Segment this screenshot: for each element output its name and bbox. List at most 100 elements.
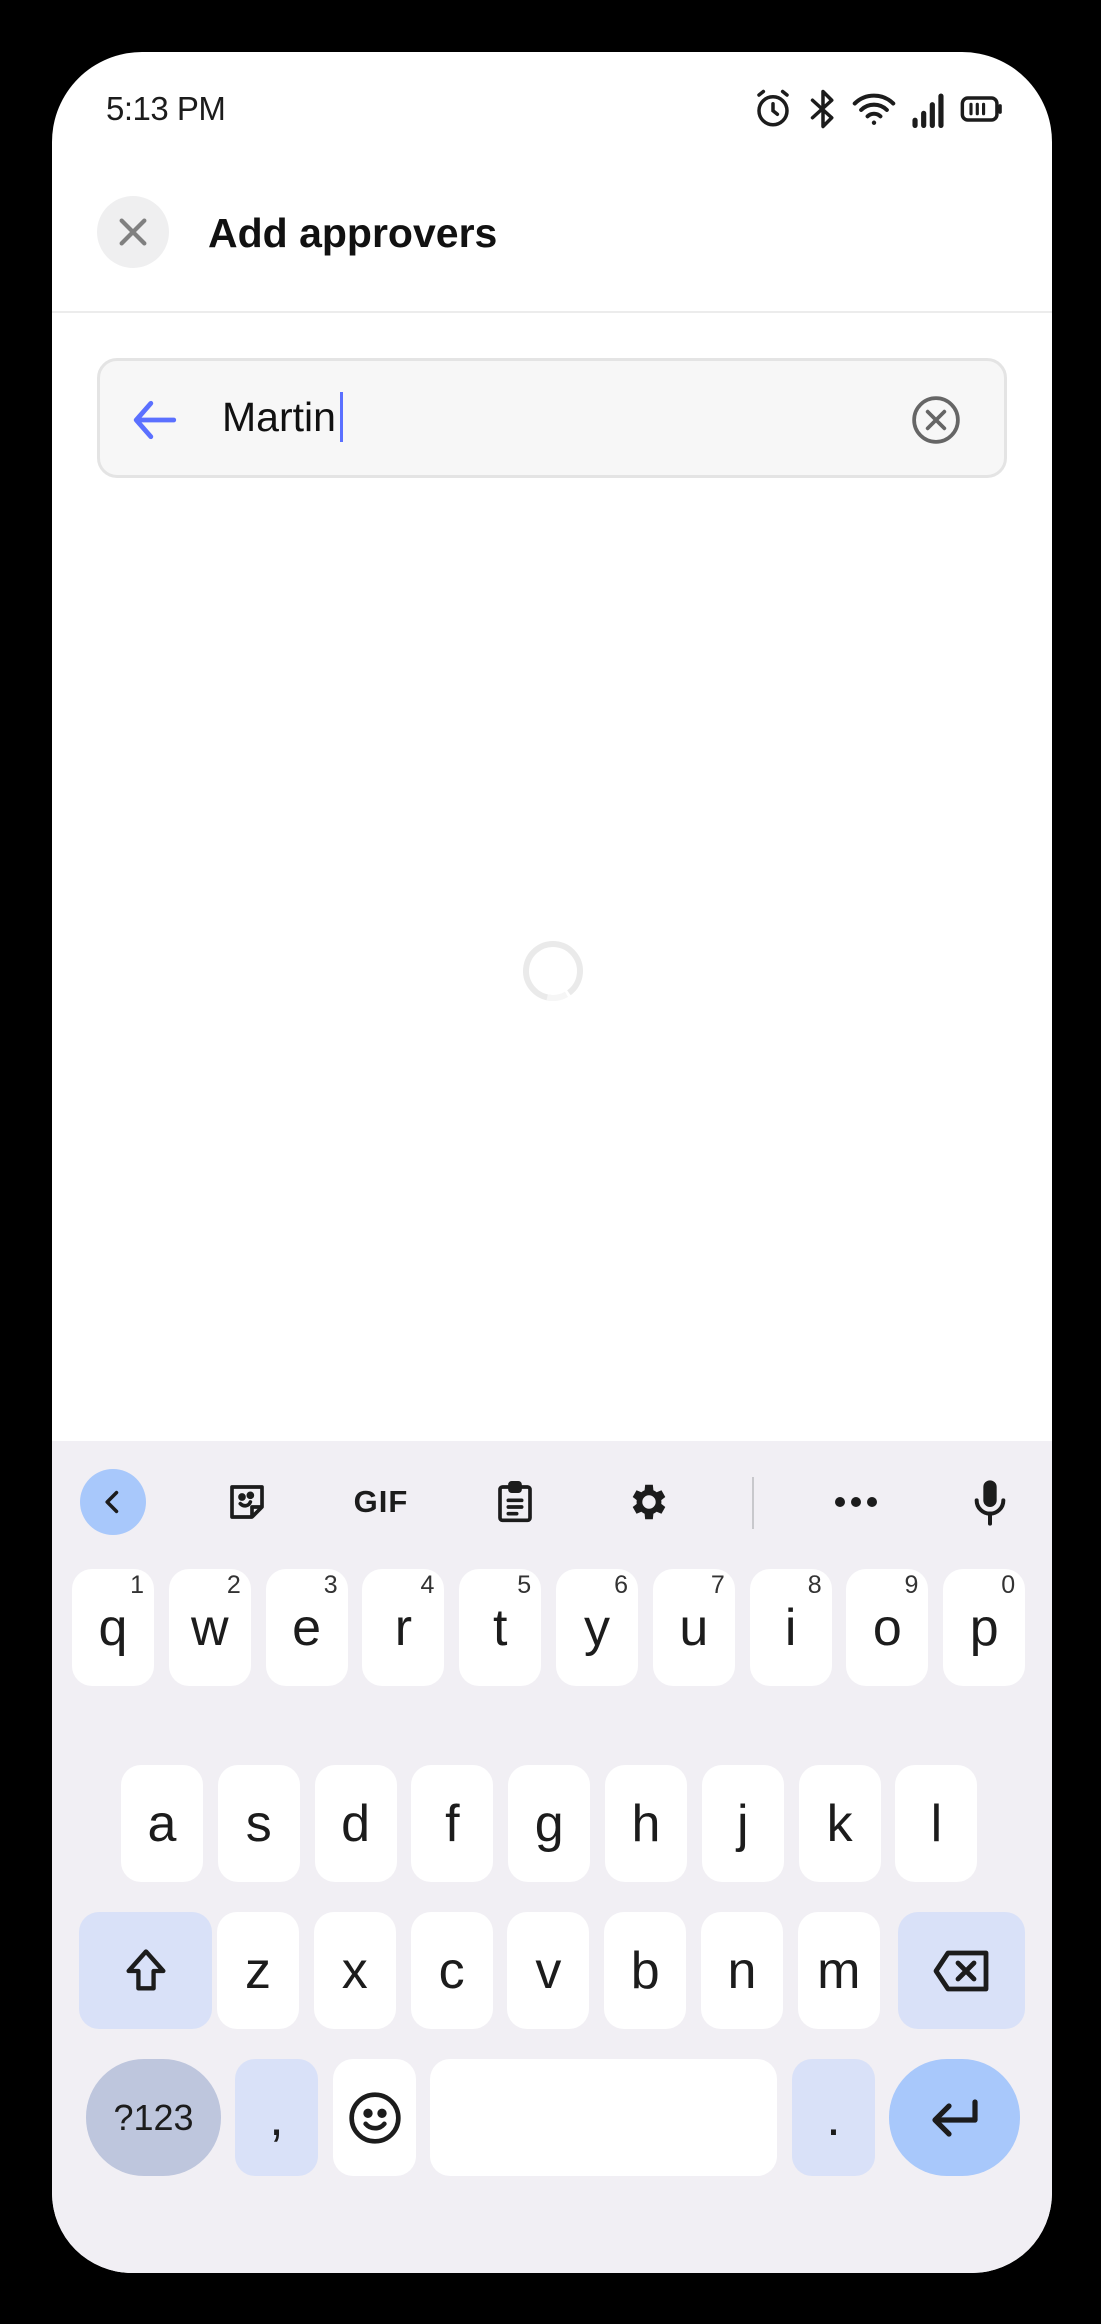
key-hint: 9: [904, 1571, 919, 1599]
key-t[interactable]: t5: [459, 1569, 542, 1686]
bluetooth-icon: [810, 89, 834, 129]
gif-button[interactable]: GIF: [348, 1469, 414, 1535]
key-u[interactable]: u7: [652, 1569, 735, 1686]
key-label: o: [872, 1598, 902, 1657]
search-input[interactable]: Martin: [97, 358, 1007, 478]
key-z[interactable]: z: [217, 1912, 299, 2029]
key-label: a: [147, 1794, 177, 1853]
key-o[interactable]: o9: [846, 1569, 929, 1686]
key-label: n: [727, 1941, 757, 2000]
key-i[interactable]: i8: [749, 1569, 832, 1686]
key-hint: 8: [807, 1571, 822, 1599]
emoji-key[interactable]: [333, 2059, 416, 2176]
sticker-button[interactable]: [214, 1469, 280, 1535]
key-p[interactable]: p0: [943, 1569, 1026, 1686]
clipboard-button[interactable]: [482, 1469, 548, 1535]
enter-icon: [931, 2098, 978, 2137]
soft-keyboard: GIF q1w2e3r 4 t 5 y 6 u 7 i 8 o 9 p 0 a …: [52, 1441, 1052, 2273]
symbols-key[interactable]: ?123: [86, 2059, 221, 2176]
key-label: .: [826, 2088, 841, 2147]
settings-icon: [632, 1484, 666, 1520]
key-label: ,: [269, 2088, 284, 2147]
clipboard-icon: [498, 1481, 532, 1523]
page-title: Add approvers: [208, 210, 498, 256]
close-icon: [119, 218, 147, 246]
alarm-icon: [757, 89, 789, 127]
key-label: z: [245, 1941, 271, 2000]
key-b[interactable]: b: [604, 1912, 687, 2029]
key-label: e: [292, 1598, 322, 1657]
emoji-icon: [348, 2091, 401, 2144]
key-y[interactable]: y6: [556, 1569, 638, 1686]
status-bar: 5:13 PM: [52, 52, 1052, 172]
key-label: w: [191, 1598, 229, 1657]
key-c[interactable]: c: [410, 1912, 493, 2029]
comma-key[interactable]: ,: [235, 2059, 318, 2176]
key-n[interactable]: n: [701, 1912, 783, 2029]
backspace-key[interactable]: [898, 1912, 1025, 2029]
key-d[interactable]: d: [314, 1765, 397, 1882]
key-k[interactable]: k: [798, 1765, 881, 1882]
search-value: Martin: [222, 394, 336, 440]
key-label: g: [534, 1794, 564, 1853]
key-label: ?123: [113, 2096, 194, 2138]
key-label: x: [341, 1941, 368, 2000]
key-hint: 5: [517, 1571, 532, 1599]
key-label: k: [826, 1794, 853, 1853]
key-a[interactable]: a: [121, 1765, 203, 1882]
key-label: b: [630, 1941, 660, 2000]
key-v[interactable]: v: [507, 1912, 590, 2029]
voice-input-button[interactable]: [957, 1469, 1023, 1535]
key-f[interactable]: f: [411, 1765, 494, 1882]
key-hint: 4: [420, 1571, 435, 1599]
more-button[interactable]: [823, 1469, 889, 1535]
key-label: q: [98, 1598, 128, 1657]
key-label: p: [969, 1598, 999, 1657]
key-label: d: [341, 1794, 371, 1853]
key-label: m: [817, 1941, 861, 2000]
key-q[interactable]: q1: [72, 1569, 154, 1686]
enter-key[interactable]: [889, 2059, 1020, 2176]
key-m[interactable]: m: [797, 1912, 880, 2029]
shift-icon: [125, 1948, 165, 1990]
toolbar-collapse-button[interactable]: [80, 1469, 146, 1535]
key-label: v: [535, 1941, 562, 2000]
key-l[interactable]: l: [895, 1765, 978, 1882]
key-g[interactable]: g: [508, 1765, 591, 1882]
period-key[interactable]: .: [792, 2059, 875, 2176]
arrow-left-icon[interactable]: [130, 395, 180, 445]
key-hint: 2: [226, 1571, 241, 1599]
settings-button[interactable]: [616, 1469, 682, 1535]
keyboard-toolbar: GIF: [52, 1441, 1052, 1563]
key-h[interactable]: h: [605, 1765, 687, 1882]
shift-key[interactable]: [79, 1912, 212, 2029]
key-r[interactable]: r4: [362, 1569, 445, 1686]
key-x[interactable]: x: [313, 1912, 396, 2029]
screen: 5:13 PM Add approvers Martin GIF q 1 w 2…: [52, 52, 1052, 2273]
mic-icon: [974, 1480, 1006, 1526]
status-time: 5:13 PM: [106, 90, 226, 127]
key-label: h: [631, 1794, 661, 1853]
key-hint: 7: [710, 1571, 725, 1599]
key-label: f: [445, 1794, 460, 1853]
key-s[interactable]: s: [217, 1765, 300, 1882]
wifi-icon: [852, 93, 896, 125]
text-caret: [340, 392, 343, 442]
app-header: Add approvers: [52, 172, 1052, 313]
key-label: u: [679, 1598, 709, 1657]
space-key[interactable]: [430, 2059, 777, 2176]
key-hint: 3: [323, 1571, 338, 1599]
toolbar-divider: [752, 1477, 754, 1529]
status-icons: [752, 88, 1004, 130]
key-e[interactable]: e3: [265, 1569, 348, 1686]
key-label: r: [394, 1598, 413, 1657]
key-label: t: [492, 1598, 508, 1657]
backspace-icon: [933, 1950, 988, 1991]
key-label: l: [930, 1794, 943, 1853]
close-button[interactable]: [97, 196, 169, 268]
key-label: c: [438, 1941, 465, 2000]
key-j[interactable]: j: [701, 1765, 784, 1882]
key-w[interactable]: w2: [168, 1569, 251, 1686]
clear-circle-icon[interactable]: [911, 395, 961, 445]
signal-icon: [912, 93, 944, 128]
